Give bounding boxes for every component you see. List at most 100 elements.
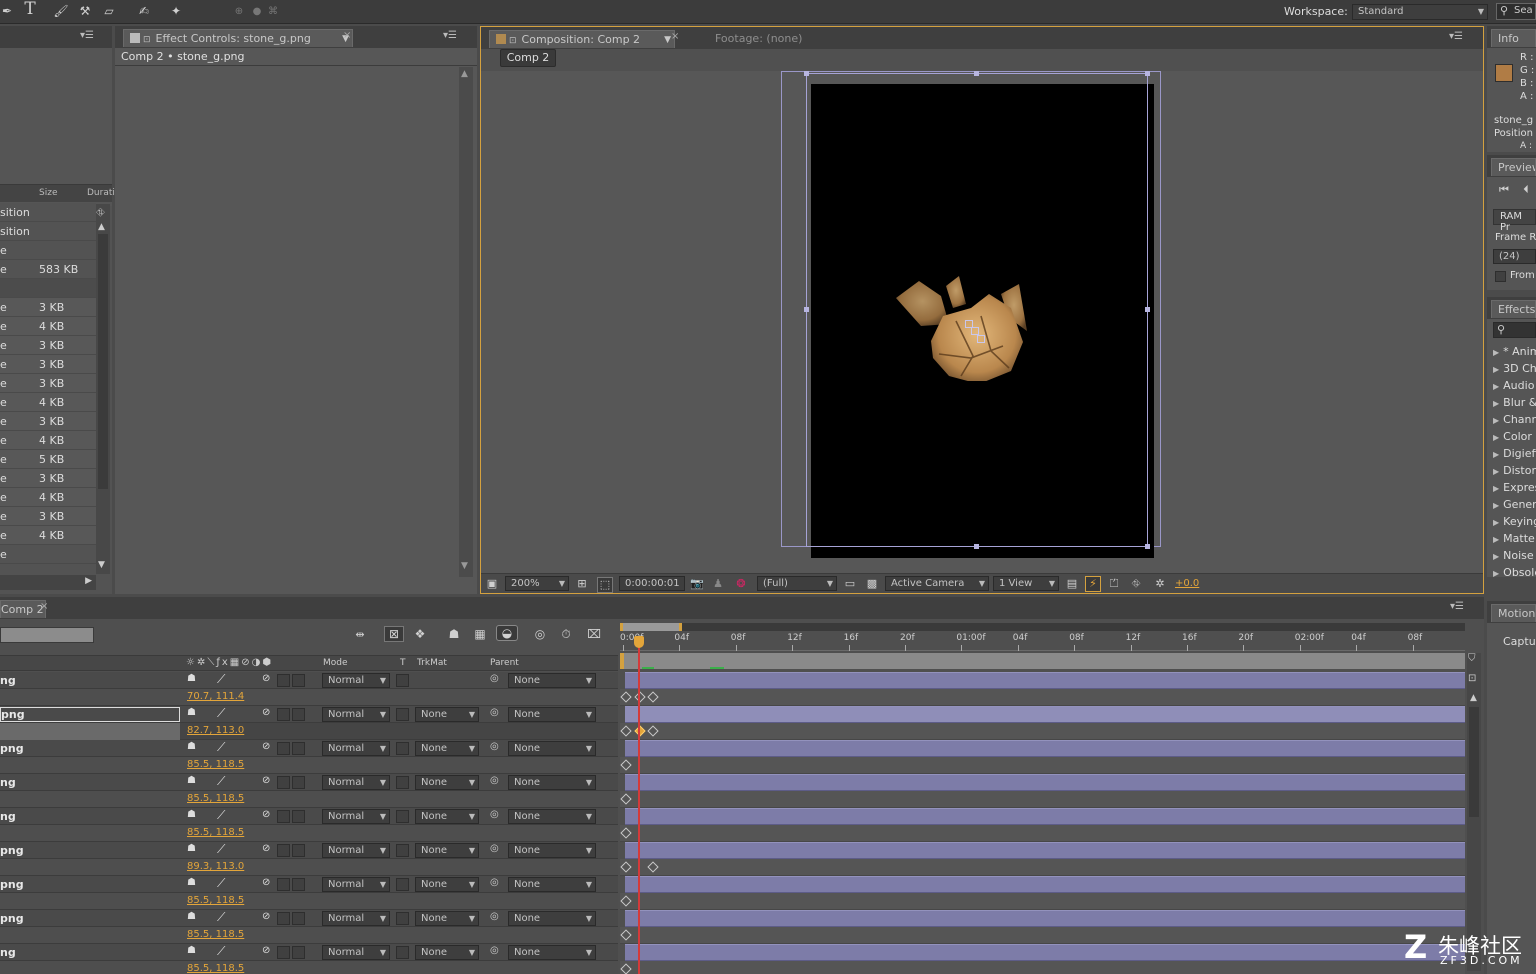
project-item[interactable]: e3 KB <box>0 298 96 317</box>
project-item[interactable]: sition <box>0 222 96 241</box>
adjustment-switch-icon[interactable]: ⊘ <box>262 843 270 854</box>
region-of-interest-icon[interactable]: ▭ <box>843 577 857 591</box>
preserve-transparency-checkbox[interactable] <box>396 674 409 687</box>
clone-stamp-icon[interactable]: ⚒ <box>76 4 94 18</box>
preserve-transparency-checkbox[interactable] <box>396 810 409 823</box>
layer-switch-box[interactable] <box>292 844 305 857</box>
camera-select[interactable]: Active Camera▼ <box>885 576 989 591</box>
layer-duration-bar[interactable] <box>625 672 1465 689</box>
pick-whip-icon[interactable]: ◎ <box>490 775 499 786</box>
stone-artwork[interactable] <box>891 246 1051 381</box>
col-mode-header[interactable]: Mode <box>323 658 348 668</box>
adjustment-switch-icon[interactable]: ⊘ <box>262 707 270 718</box>
timecode-field[interactable]: 0:00:00:01 <box>619 576 685 591</box>
composition-viewer[interactable] <box>481 71 1483 573</box>
anchor-point[interactable] <box>971 327 979 335</box>
pick-whip-icon[interactable]: ◎ <box>490 741 499 752</box>
pick-whip-icon[interactable]: ◎ <box>490 945 499 956</box>
transparency-grid-icon[interactable]: ▩ <box>865 577 879 591</box>
comp-marker-icon[interactable]: ⊡ <box>1468 673 1476 684</box>
shy-switch-icon[interactable]: ☗ <box>187 809 196 820</box>
layer-name[interactable]: ng <box>0 946 16 959</box>
from-current-checkbox[interactable] <box>1495 271 1506 282</box>
draft-3d-icon[interactable]: ❖ <box>410 627 430 641</box>
project-item[interactable]: e3 KB <box>0 469 96 488</box>
scroll-thumb[interactable] <box>1469 707 1479 817</box>
comp2-navigator-button[interactable]: Comp 2 <box>500 49 556 67</box>
time-navigator-range[interactable] <box>620 623 682 631</box>
layer-name[interactable]: png <box>0 707 180 722</box>
effects-category-item[interactable]: ▶Color ( <box>1493 430 1536 443</box>
flowchart-icon[interactable]: ⛗ <box>1129 577 1143 591</box>
channel-icon[interactable]: ❂ <box>733 577 749 591</box>
adjustment-switch-icon[interactable]: ⊘ <box>262 775 270 786</box>
project-item[interactable]: e3 KB <box>0 336 96 355</box>
layer-switch-box[interactable] <box>277 912 290 925</box>
expand-triangle-icon[interactable]: ▶ <box>1493 365 1499 374</box>
expand-triangle-icon[interactable]: ▶ <box>1493 433 1499 442</box>
layer-duration-bar[interactable] <box>625 774 1465 791</box>
close-icon[interactable]: × <box>671 31 679 42</box>
layer-switch-box[interactable] <box>277 674 290 687</box>
search-help-box[interactable]: ⚲ Sea <box>1496 3 1536 20</box>
scroll-up-icon[interactable]: ▲ <box>98 222 105 232</box>
scroll-down-icon[interactable]: ▼ <box>461 561 468 571</box>
adjustment-switch-icon[interactable]: ⊘ <box>262 945 270 956</box>
timeline-right-scrollbar[interactable]: ⛉ ⊡ ▲ <box>1467 653 1481 971</box>
layer-switch-box[interactable] <box>292 912 305 925</box>
effects-category-item[interactable]: ▶Digieff <box>1493 447 1536 460</box>
pick-whip-icon[interactable]: ◎ <box>490 843 499 854</box>
shy-switch-icon[interactable]: ☗ <box>187 911 196 922</box>
pick-whip-icon[interactable]: ◎ <box>490 911 499 922</box>
layer-switch-box[interactable] <box>292 742 305 755</box>
quality-switch-icon[interactable]: ⟋ <box>217 740 225 755</box>
mask-visibility-icon[interactable]: ⬚ <box>597 577 613 593</box>
effects-category-item[interactable]: ▶Audio <box>1493 379 1534 392</box>
track-matte-select[interactable]: None▼ <box>415 775 479 790</box>
layer-switch-box[interactable] <box>277 878 290 891</box>
layer-name[interactable]: png <box>0 912 24 925</box>
position-value[interactable]: 85.5, 118.5 <box>187 793 244 804</box>
adjustment-switch-icon[interactable]: ⊘ <box>262 809 270 820</box>
quality-switch-icon[interactable]: ⟋ <box>217 774 225 789</box>
ram-preview-options[interactable]: RAM Pr <box>1493 209 1536 225</box>
project-item[interactable]: sition <box>0 203 96 222</box>
layer-switch-box[interactable] <box>292 810 305 823</box>
panel-menu-icon[interactable]: ▾☰ <box>80 30 94 41</box>
project-item[interactable]: e3 KB <box>0 374 96 393</box>
effects-search-field[interactable]: ⚲ <box>1493 322 1536 338</box>
blend-mode-select[interactable]: Normal▼ <box>322 843 390 858</box>
brush-tool-icon[interactable]: 🖌 <box>52 4 70 18</box>
tab-effect-controls[interactable]: ⊡Effect Controls: stone_g.png ▼ <box>123 29 353 47</box>
first-frame-icon[interactable]: ⏮ <box>1497 183 1511 197</box>
project-item[interactable]: e4 KB <box>0 488 96 507</box>
effects-category-item[interactable]: ▶Obsole <box>1493 566 1536 579</box>
project-item[interactable] <box>0 279 96 298</box>
parent-select[interactable]: None▼ <box>508 775 596 790</box>
expand-triangle-icon[interactable]: ▶ <box>1493 535 1499 544</box>
lock-icon[interactable]: ⊡ <box>509 36 517 46</box>
parent-select[interactable]: None▼ <box>508 843 596 858</box>
project-scrollbar[interactable]: ▲ ▼ <box>96 204 110 574</box>
quality-switch-icon[interactable]: ⟋ <box>217 876 225 891</box>
blend-mode-select[interactable]: Normal▼ <box>322 775 390 790</box>
preserve-transparency-checkbox[interactable] <box>396 946 409 959</box>
parent-select[interactable]: None▼ <box>508 877 596 892</box>
layer-switch-box[interactable] <box>277 776 290 789</box>
track-matte-select[interactable]: None▼ <box>415 741 479 756</box>
lock-icon[interactable] <box>130 33 140 43</box>
brainstorm-icon[interactable]: ◎ <box>530 627 550 641</box>
transform-handle[interactable] <box>974 71 979 76</box>
effects-category-item[interactable]: ▶Genera <box>1493 498 1536 511</box>
layer-switch-box[interactable] <box>277 810 290 823</box>
puppet-pin-icon[interactable]: ✦ <box>167 4 185 18</box>
layer-switch-box[interactable] <box>292 878 305 891</box>
col-duration-header[interactable]: Durati <box>87 188 115 198</box>
col-size-header[interactable]: Size <box>39 188 57 198</box>
resolution-select[interactable]: (Full)▼ <box>757 576 837 591</box>
roto-brush-icon[interactable]: ✍ <box>135 4 153 18</box>
expand-triangle-icon[interactable]: ▶ <box>1493 552 1499 561</box>
preserve-transparency-checkbox[interactable] <box>396 878 409 891</box>
adjustment-switch-icon[interactable]: ⊘ <box>262 673 270 684</box>
pick-whip-icon[interactable]: ◎ <box>490 673 499 684</box>
